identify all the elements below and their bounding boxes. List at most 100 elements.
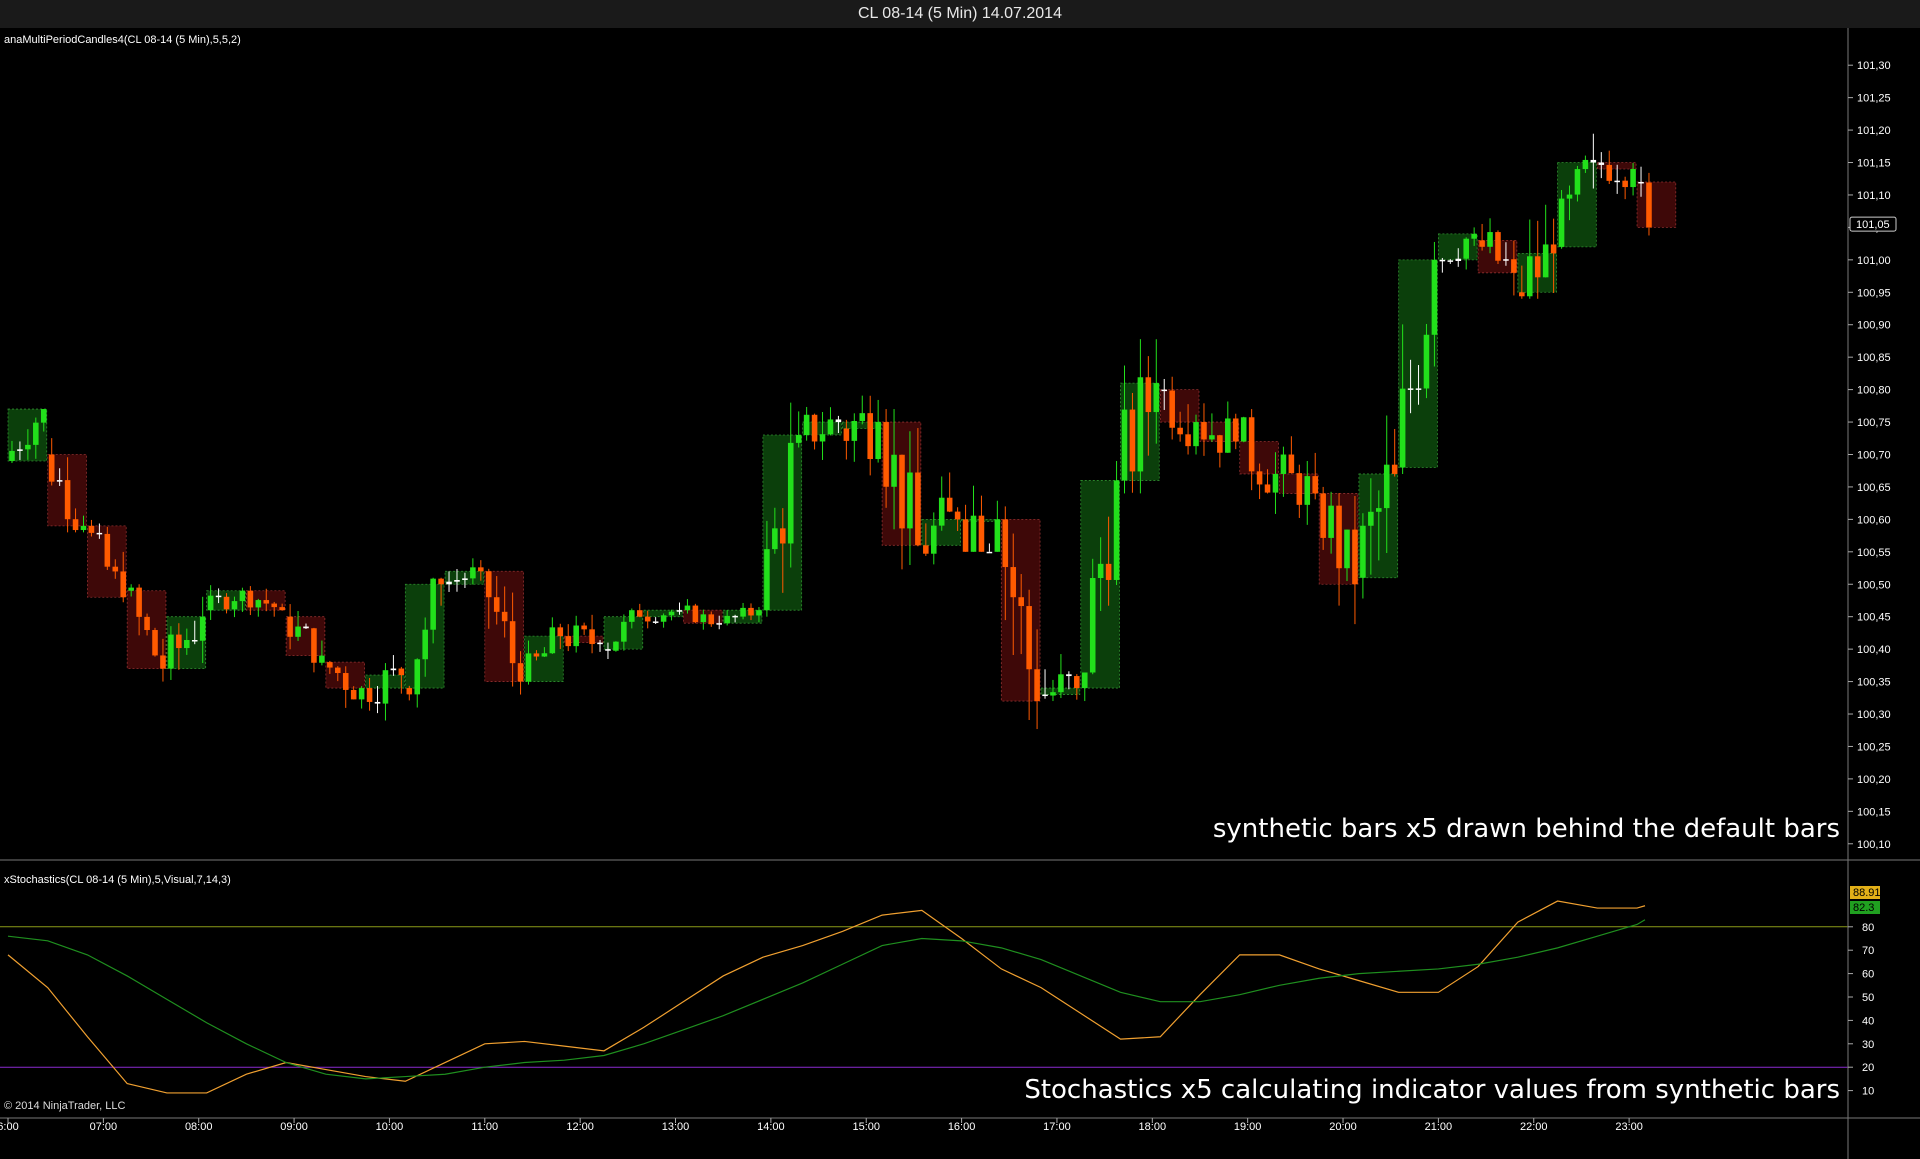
- candle-body: [1391, 464, 1398, 474]
- price-tick-label: 100,35: [1857, 677, 1891, 689]
- candle-body: [533, 653, 540, 657]
- stochastics-indicator-label: xStochastics(CL 08-14 (5 Min),5,Visual,7…: [4, 874, 231, 886]
- candle-body: [342, 673, 349, 690]
- candle-body: [1105, 563, 1112, 580]
- candle-body: [986, 551, 993, 554]
- time-tick-label: 13:00: [662, 1121, 690, 1133]
- candle-body: [1511, 259, 1517, 273]
- price-tick-label: 101,10: [1857, 190, 1891, 202]
- candle-body: [835, 419, 842, 423]
- candle-body: [978, 515, 985, 552]
- candle-body: [478, 567, 484, 572]
- price-indicator-label: anaMultiPeriodCandles4(CL 08-14 (5 Min),…: [4, 34, 241, 46]
- price-tick-label: 100,65: [1857, 482, 1891, 494]
- candle-body: [660, 615, 667, 622]
- candle-body: [1606, 164, 1613, 181]
- candle-body: [748, 607, 754, 616]
- candle-body: [176, 634, 182, 649]
- candle-body: [1622, 180, 1628, 188]
- stoch-tick-label: 20: [1862, 1062, 1874, 1074]
- time-tick-label: 16:00: [948, 1121, 976, 1133]
- candle-body: [1638, 181, 1644, 184]
- candle-body: [1566, 194, 1573, 199]
- candle-body: [819, 434, 826, 442]
- candle-body: [1129, 409, 1136, 472]
- candle-body: [740, 607, 746, 617]
- candle-body: [684, 605, 691, 611]
- candle-body: [303, 626, 309, 629]
- candle-body: [1074, 676, 1080, 689]
- candle-body: [827, 419, 834, 435]
- stoch-tick-label: 50: [1862, 992, 1874, 1004]
- candle-body: [803, 414, 810, 436]
- price-tick-label: 100,95: [1857, 287, 1891, 299]
- stoch-tick-label: 80: [1862, 922, 1874, 934]
- price-tick-label: 100,75: [1857, 417, 1891, 429]
- stoch-tick-label: 70: [1862, 945, 1874, 957]
- candle-body: [644, 616, 651, 622]
- candle-body: [764, 549, 770, 611]
- candle-body: [454, 580, 460, 582]
- candle-body: [851, 420, 858, 441]
- candle-body: [406, 688, 413, 695]
- candle-body: [1399, 388, 1406, 468]
- candle-body: [493, 597, 500, 612]
- candle-body: [207, 595, 214, 611]
- candle-body: [954, 511, 961, 520]
- candle-body: [33, 422, 39, 445]
- price-annotation: synthetic bars x5 drawn behind the defau…: [1212, 814, 1840, 844]
- candle-body: [398, 668, 405, 676]
- candle-body: [541, 653, 548, 657]
- candle-body: [772, 528, 778, 550]
- candle-body: [48, 454, 55, 482]
- candle-body: [287, 616, 293, 637]
- candle-body: [446, 581, 452, 585]
- candle-body: [374, 701, 381, 704]
- candle-body: [112, 566, 119, 572]
- stoch-tick-label: 10: [1862, 1086, 1874, 1098]
- candle-body: [40, 409, 47, 423]
- candle-body: [462, 578, 468, 581]
- candle-body: [907, 472, 913, 529]
- candle-body: [1479, 240, 1485, 247]
- candle-body: [716, 623, 723, 625]
- candle-body: [795, 435, 802, 443]
- candle-body: [923, 545, 929, 554]
- candle-body: [1161, 389, 1168, 392]
- time-tick-label: 11:00: [471, 1121, 498, 1133]
- price-tick-label: 100,15: [1857, 806, 1891, 818]
- candle-body: [1201, 422, 1207, 440]
- candle-body: [1121, 409, 1128, 481]
- time-tick-label: 09:00: [280, 1121, 308, 1133]
- price-tick-label: 101,30: [1857, 60, 1891, 72]
- candle-body: [970, 515, 977, 552]
- candle-body: [1574, 169, 1581, 195]
- candle-body: [1368, 511, 1374, 526]
- candle-body: [859, 413, 866, 421]
- last-price-label: 101,05: [1856, 219, 1890, 231]
- candle-body: [215, 595, 222, 598]
- price-tick-label: 100,90: [1857, 320, 1891, 332]
- candle-body: [573, 625, 579, 647]
- candle-body: [565, 636, 572, 647]
- candle-body: [17, 449, 23, 451]
- candle-body: [652, 621, 659, 623]
- chart-area[interactable]: 101,30 101,25 101,20 101,15 101,10 101,05 101,…: [0, 28, 1920, 1159]
- candle-body: [1352, 529, 1358, 585]
- candle-body: [875, 422, 881, 460]
- candle-body: [1463, 238, 1469, 259]
- candle-body: [104, 533, 111, 567]
- candle-body: [1550, 244, 1557, 254]
- candle-body: [1630, 169, 1636, 188]
- candle-body: [1081, 672, 1088, 689]
- candle-body: [946, 497, 953, 512]
- candle-body: [1447, 260, 1454, 262]
- candle-body: [517, 663, 524, 682]
- candle-body: [708, 614, 715, 625]
- candle-body: [128, 587, 134, 591]
- synthetic-candle: [1636, 181, 1677, 228]
- candle-body: [1240, 417, 1247, 442]
- candle-body: [350, 689, 357, 700]
- candle-body: [1320, 493, 1326, 538]
- candle-body: [1487, 232, 1493, 247]
